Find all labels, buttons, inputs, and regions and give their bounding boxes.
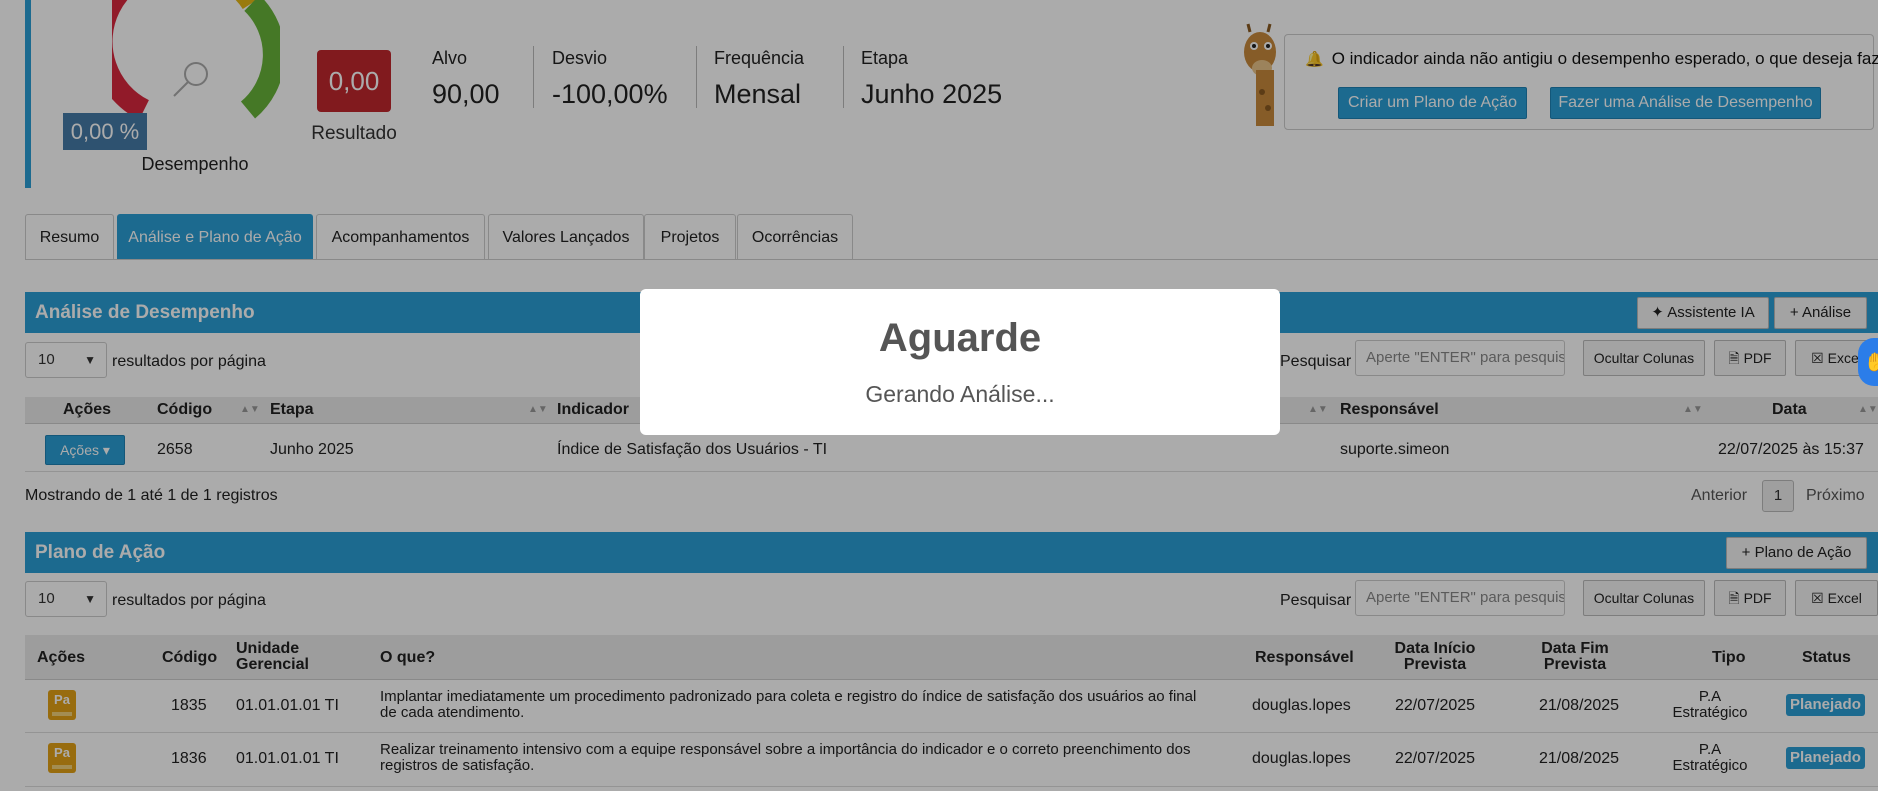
modal-title: Aguarde <box>878 316 1042 360</box>
loading-modal: Aguarde Gerando Análise... <box>640 289 1280 435</box>
accessibility-hand-icon[interactable]: ✋ <box>1858 338 1878 386</box>
modal-message: Gerando Análise... <box>865 381 1055 407</box>
